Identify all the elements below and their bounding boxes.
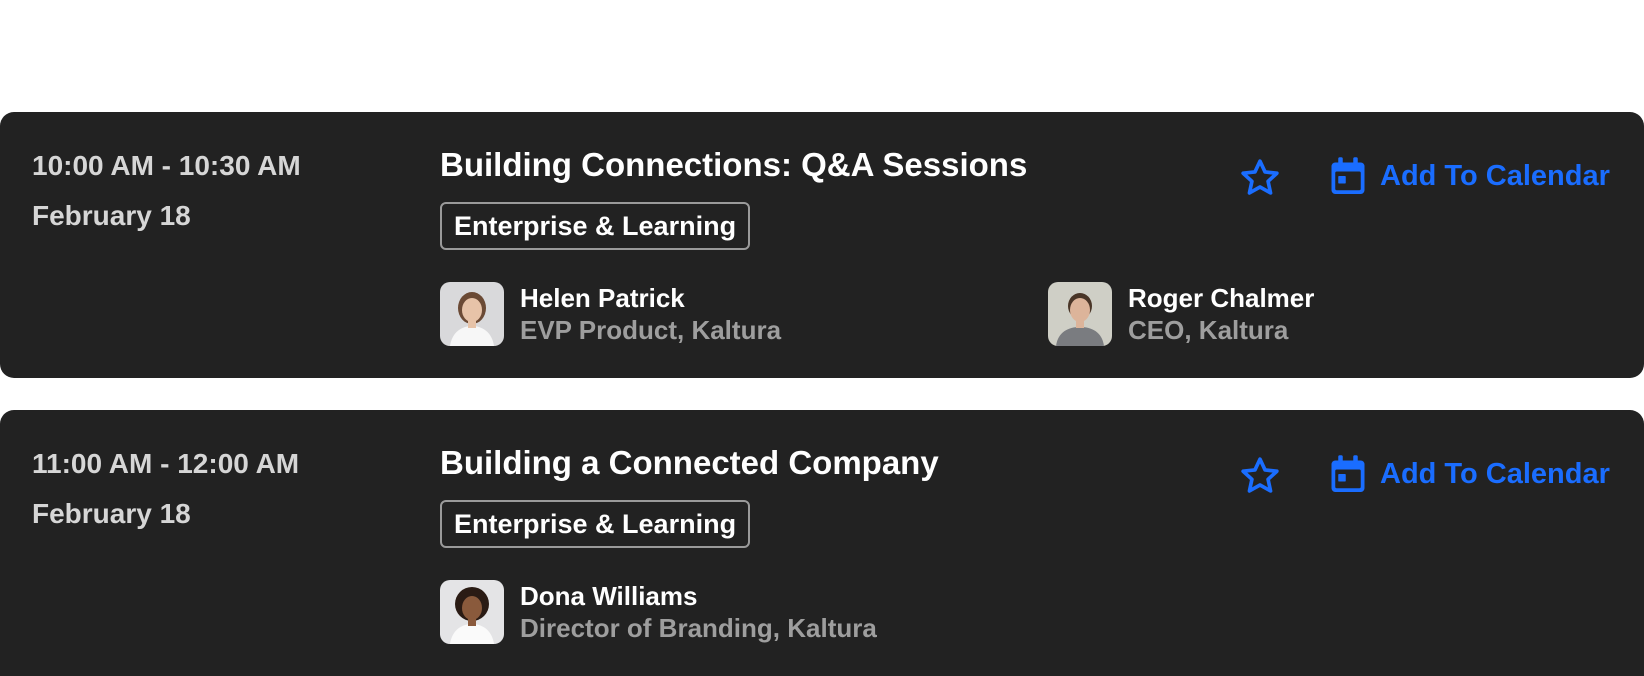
session-date: February 18 [32, 498, 191, 529]
session-time: 10:00 AM - 10:30 AM [32, 150, 301, 181]
avatar [440, 580, 504, 644]
speaker[interactable]: Roger Chalmer CEO, Kaltura [1048, 282, 1314, 346]
session-title[interactable]: Building a Connected Company [440, 444, 939, 482]
star-icon[interactable] [1238, 454, 1282, 498]
calendar-icon [1331, 455, 1365, 492]
session-card: 11:00 AM - 12:00 AM February 18 Building… [0, 410, 1644, 676]
add-to-calendar-label: Add To Calendar [1380, 457, 1610, 490]
speaker[interactable]: Dona Williams Director of Branding, Kalt… [440, 580, 877, 644]
add-to-calendar-button[interactable]: Add To Calendar [1330, 454, 1610, 494]
avatar [440, 282, 504, 346]
speaker-name: Helen Patrick [520, 283, 685, 313]
session-title[interactable]: Building Connections: Q&A Sessions [440, 146, 1027, 184]
session-date: February 18 [32, 200, 191, 231]
session-tag[interactable]: Enterprise & Learning [440, 202, 751, 250]
speaker[interactable]: Helen Patrick EVP Product, Kaltura [440, 282, 781, 346]
speaker-role: Director of Branding, Kaltura [520, 613, 877, 643]
speaker-name: Dona Williams [520, 581, 698, 611]
star-icon[interactable] [1238, 156, 1282, 200]
session-card: 10:00 AM - 10:30 AM February 18 Building… [0, 112, 1644, 378]
avatar [1048, 282, 1112, 346]
speaker-role: CEO, Kaltura [1128, 315, 1289, 345]
add-to-calendar-button[interactable]: Add To Calendar [1330, 156, 1610, 196]
speaker-role: EVP Product, Kaltura [520, 315, 782, 345]
speaker-name: Roger Chalmer [1128, 283, 1315, 313]
session-tag[interactable]: Enterprise & Learning [440, 500, 751, 548]
session-time: 11:00 AM - 12:00 AM [32, 448, 300, 479]
add-to-calendar-label: Add To Calendar [1380, 159, 1610, 192]
calendar-icon [1331, 157, 1365, 194]
